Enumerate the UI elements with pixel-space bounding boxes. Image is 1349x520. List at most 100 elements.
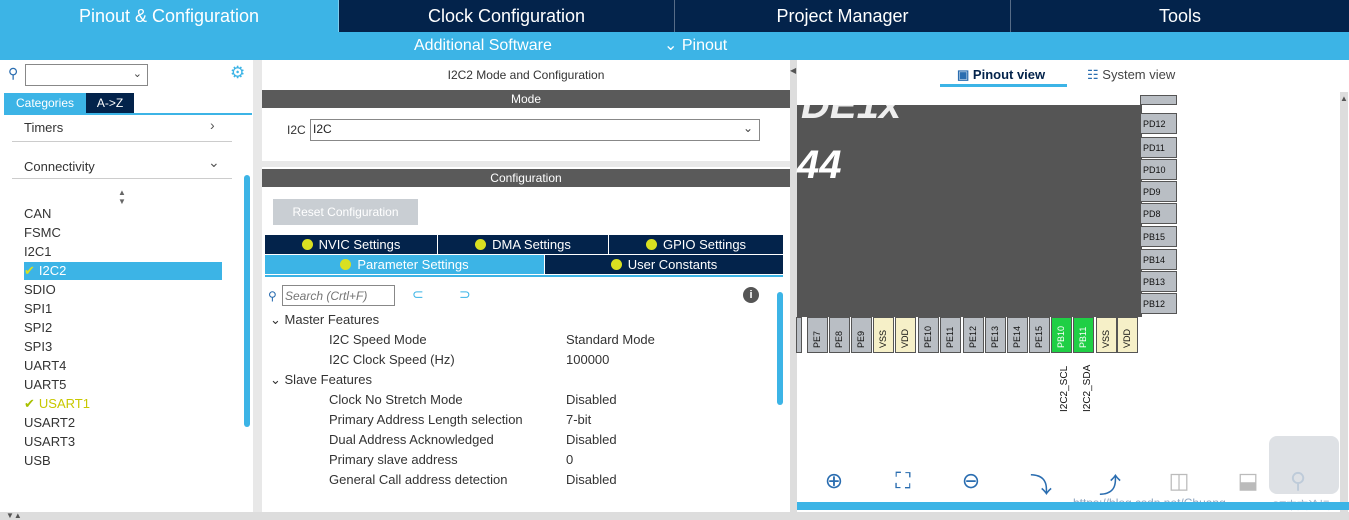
pin-pe9[interactable]: PE9: [851, 317, 872, 353]
signal-label-scl: I2C2_SCL: [1059, 365, 1070, 412]
tab-user-constants[interactable]: User Constants: [545, 255, 783, 274]
additional-software-link[interactable]: Additional Software: [414, 32, 552, 60]
list-item-uart5[interactable]: UART5: [24, 376, 66, 394]
param-value[interactable]: Standard Mode: [566, 330, 655, 350]
list-item-label: USART1: [38, 396, 90, 411]
scrollbar[interactable]: [244, 175, 250, 427]
param-value[interactable]: Disabled: [566, 390, 617, 410]
list-item-usart1[interactable]: ✔ USART1: [24, 395, 90, 413]
flip-horizontal-icon[interactable]: ⬓: [1233, 468, 1263, 494]
tab-a-z[interactable]: A->Z: [86, 93, 134, 113]
pin-vss-2[interactable]: VSS: [1096, 317, 1117, 353]
pin-pb14[interactable]: PB14: [1140, 249, 1177, 270]
group-connectivity[interactable]: Connectivity: [24, 159, 95, 174]
pin-pe7[interactable]: PE7: [807, 317, 828, 353]
pin-pe14[interactable]: PE14: [1007, 317, 1028, 353]
group-timers[interactable]: Timers: [24, 120, 63, 135]
tab-project-manager[interactable]: Project Manager: [675, 0, 1011, 32]
section-master-features[interactable]: ⌄ Master Features: [270, 310, 379, 330]
gear-icon[interactable]: ⚙: [230, 63, 245, 83]
list-item-spi2[interactable]: SPI2: [24, 319, 52, 337]
pin-pd13[interactable]: [1140, 95, 1177, 105]
pin-pb12[interactable]: PB12: [1140, 293, 1177, 314]
pin-pd12[interactable]: PD12: [1140, 113, 1177, 134]
pin-pd11[interactable]: PD11: [1140, 137, 1177, 158]
sort-icon[interactable]: ▲ ▼: [118, 188, 126, 206]
list-item-i2c2-selected[interactable]: ✔ I2C2: [24, 262, 222, 280]
tab-parameter-settings[interactable]: Parameter Settings: [265, 255, 544, 274]
list-item-can[interactable]: CAN: [24, 205, 51, 223]
pinout-view-panel: ▣ Pinout view ☷ System view DE1x 44 ▲ PD…: [796, 60, 1349, 512]
left-panel: ⚲ ⌄ ⚙ Categories A->Z Timers › Connectiv…: [0, 60, 253, 512]
i2c-mode-select[interactable]: I2C ⌄: [310, 119, 760, 141]
previous-icon[interactable]: ⊂: [412, 286, 424, 303]
pinout-menu[interactable]: ⌄ Pinout: [664, 32, 727, 60]
pin-pe10[interactable]: PE10: [918, 317, 939, 353]
flip-vertical-icon[interactable]: ◫: [1164, 468, 1194, 494]
scroll-track[interactable]: ▲: [1340, 92, 1348, 512]
horizontal-scrollbar[interactable]: [797, 502, 1349, 510]
rotate-right-icon[interactable]: ⤵: [1026, 468, 1056, 500]
pin-pe12[interactable]: PE12: [963, 317, 984, 353]
list-item-fsmc[interactable]: FSMC: [24, 224, 61, 242]
fit-screen-icon[interactable]: ⛶: [888, 468, 918, 494]
chevron-down-icon: ⌄: [270, 312, 285, 327]
param-value[interactable]: 7-bit: [566, 410, 591, 430]
parameter-search-input[interactable]: [282, 285, 395, 306]
pin-pd9[interactable]: PD9: [1140, 181, 1177, 202]
list-item-label: I2C2: [38, 263, 67, 278]
pin-label: VSS: [1101, 329, 1111, 348]
tab-system-view[interactable]: ☷ System view: [1087, 67, 1175, 83]
list-item-usb[interactable]: USB: [24, 452, 51, 470]
category-search-input[interactable]: ⌄: [25, 64, 148, 86]
list-item-i2c1[interactable]: I2C1: [24, 243, 51, 261]
pin-pd10[interactable]: PD10: [1140, 159, 1177, 180]
pin-pb11[interactable]: PB11: [1073, 317, 1094, 353]
param-value[interactable]: 100000: [566, 350, 609, 370]
next-icon[interactable]: ⊃: [459, 286, 471, 303]
tab-pinout-view[interactable]: ▣ Pinout view: [957, 67, 1045, 83]
param-value[interactable]: Disabled: [566, 430, 617, 450]
reset-configuration-button[interactable]: Reset Configuration: [273, 199, 418, 225]
mcu-chip: DE1x 44: [797, 83, 1142, 317]
list-item-usart2[interactable]: USART2: [24, 414, 75, 432]
zoom-in-icon[interactable]: ⊕: [819, 468, 849, 494]
list-item-sdio[interactable]: SDIO: [24, 281, 56, 299]
tab-pinout-configuration[interactable]: Pinout & Configuration: [0, 0, 339, 32]
param-value[interactable]: Disabled: [566, 470, 617, 490]
list-item-spi1[interactable]: SPI1: [24, 300, 52, 318]
param-value[interactable]: 0: [566, 450, 573, 470]
tab-categories[interactable]: Categories: [4, 93, 86, 113]
pin-pb13[interactable]: PB13: [1140, 271, 1177, 292]
check-icon: [610, 259, 622, 270]
panel-splitter[interactable]: ◀: [790, 60, 797, 512]
pin-pe15[interactable]: PE15: [1029, 317, 1050, 353]
scrollbar[interactable]: [777, 292, 783, 405]
check-icon: [340, 259, 352, 270]
pin-partial[interactable]: [796, 317, 802, 353]
list-item-spi3[interactable]: SPI3: [24, 338, 52, 356]
section-slave-features[interactable]: ⌄ Slave Features: [270, 370, 372, 390]
pin-pe11[interactable]: PE11: [940, 317, 961, 353]
tab-label: Parameter Settings: [357, 257, 469, 272]
pin-pb15[interactable]: PB15: [1140, 226, 1177, 247]
tab-gpio-settings[interactable]: GPIO Settings: [609, 235, 783, 254]
tab-underline: [265, 275, 783, 277]
pin-vdd[interactable]: VDD: [895, 317, 916, 353]
tab-dma-settings[interactable]: DMA Settings: [438, 235, 608, 254]
tab-clock-configuration[interactable]: Clock Configuration: [339, 0, 675, 32]
tab-nvic-settings[interactable]: NVIC Settings: [265, 235, 437, 254]
pin-vss[interactable]: VSS: [873, 317, 894, 353]
pin-pd8[interactable]: PD8: [1140, 203, 1177, 224]
pin-vdd-2[interactable]: VDD: [1117, 317, 1138, 353]
pin-pb10[interactable]: PB10: [1051, 317, 1072, 353]
list-item-usart3[interactable]: USART3: [24, 433, 75, 451]
pin-pe13[interactable]: PE13: [985, 317, 1006, 353]
zoom-out-icon[interactable]: ⊖: [956, 468, 986, 494]
pin-label: PE13: [990, 325, 1000, 348]
list-item-uart4[interactable]: UART4: [24, 357, 66, 375]
tab-tools[interactable]: Tools: [1011, 0, 1349, 32]
bottom-splitter[interactable]: ▼▲: [0, 511, 1349, 520]
info-icon[interactable]: i: [743, 287, 759, 303]
pin-pe8[interactable]: PE8: [829, 317, 850, 353]
